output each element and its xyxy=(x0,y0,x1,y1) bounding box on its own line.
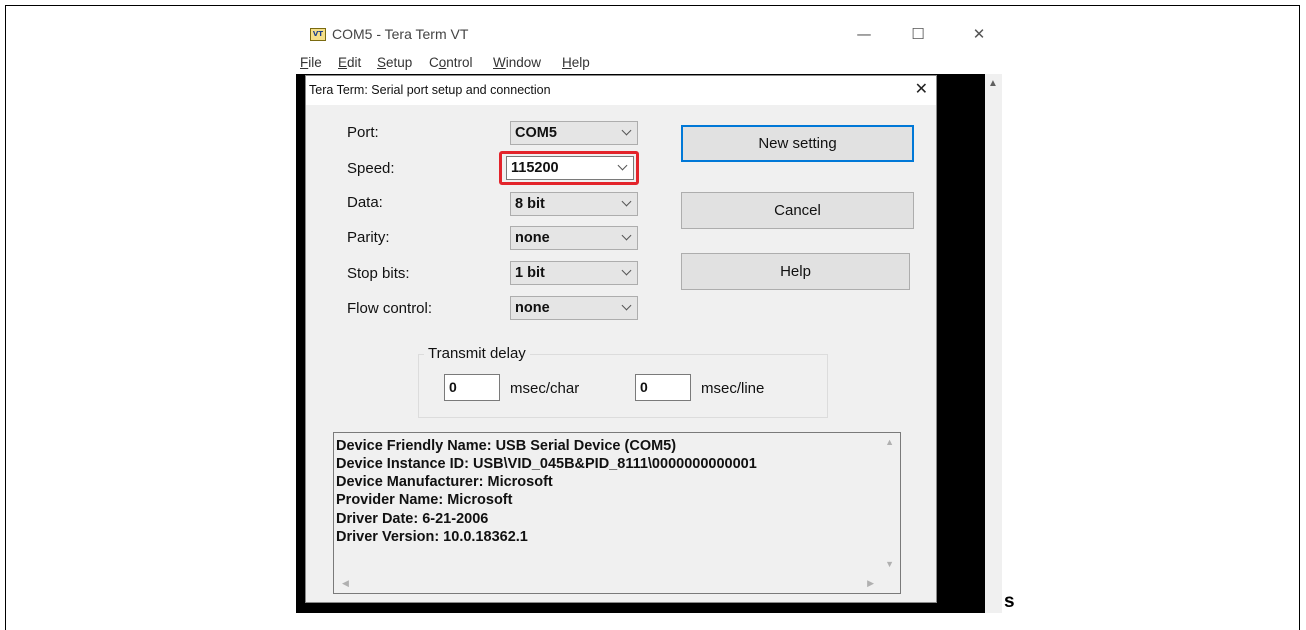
menu-window-label: indow xyxy=(505,55,542,70)
menu-control-prefix: C xyxy=(429,55,439,70)
speed-label: Speed: xyxy=(347,160,395,177)
data-select[interactable]: 8 bit xyxy=(510,192,638,216)
scroll-down-arrow-icon[interactable]: ▼ xyxy=(885,559,894,569)
menu-window[interactable]: Window xyxy=(493,55,541,70)
menu-help-mnemonic: H xyxy=(562,55,572,70)
transmit-delay-title: Transmit delay xyxy=(424,345,530,362)
dialog-title: Tera Term: Serial port setup and connect… xyxy=(309,83,551,97)
menu-bar: File Edit Setup Control Window Help xyxy=(296,54,1002,74)
help-button[interactable]: Help xyxy=(681,253,910,290)
stop-bits-value: 1 bit xyxy=(515,265,545,281)
cancel-button[interactable]: Cancel xyxy=(681,192,914,229)
scroll-up-arrow-icon[interactable]: ▲ xyxy=(885,437,894,447)
menu-file[interactable]: File xyxy=(300,55,322,70)
msec-char-label: msec/char xyxy=(510,380,580,397)
menu-edit-mnemonic: E xyxy=(338,55,348,70)
menu-help-label: elp xyxy=(571,55,590,70)
flow-control-value: none xyxy=(515,300,550,316)
stray-text: s xyxy=(1004,591,1015,612)
parity-label: Parity: xyxy=(347,229,390,246)
window-title: COM5 - Tera Term VT xyxy=(332,26,469,42)
device-info-textbox[interactable]: Device Friendly Name: USB Serial Device … xyxy=(333,432,901,594)
data-label: Data: xyxy=(347,194,383,211)
scroll-right-arrow-icon[interactable]: ▶ xyxy=(867,578,874,589)
teraterm-app-icon: VT xyxy=(310,28,326,41)
window-titlebar[interactable]: VT COM5 - Tera Term VT — ☐ ✕ xyxy=(296,17,1002,54)
menu-setup-mnemonic: S xyxy=(377,55,387,70)
device-info-line: Driver Version: 10.0.18362.1 xyxy=(336,529,528,545)
menu-setup-label: etup xyxy=(386,55,413,70)
flow-control-select[interactable]: none xyxy=(510,296,638,320)
menu-edit[interactable]: Edit xyxy=(338,55,361,70)
chevron-down-icon xyxy=(621,300,632,311)
dialog-titlebar[interactable]: Tera Term: Serial port setup and connect… xyxy=(306,76,936,105)
chevron-down-icon xyxy=(621,230,632,241)
menu-file-label: ile xyxy=(308,55,322,70)
menu-control[interactable]: Control xyxy=(429,55,473,70)
port-select[interactable]: COM5 xyxy=(510,121,638,145)
stop-bits-select[interactable]: 1 bit xyxy=(510,261,638,285)
msec-line-label: msec/line xyxy=(701,380,765,397)
menu-edit-label: dit xyxy=(347,55,362,70)
close-button[interactable]: ✕ xyxy=(959,23,999,45)
maximize-button[interactable]: ☐ xyxy=(898,23,938,45)
menu-setup[interactable]: Setup xyxy=(377,55,412,70)
data-value: 8 bit xyxy=(515,196,545,212)
port-value: COM5 xyxy=(515,125,557,141)
device-info-line: Driver Date: 6-21-2006 xyxy=(336,511,489,527)
msec-char-value: 0 xyxy=(449,379,457,395)
menu-window-mnemonic: W xyxy=(493,55,506,70)
msec-line-input[interactable]: 0 xyxy=(635,374,691,401)
device-info-line: Device Manufacturer: Microsoft xyxy=(336,474,553,490)
msec-char-input[interactable]: 0 xyxy=(444,374,500,401)
speed-highlight-box xyxy=(499,151,639,185)
msec-line-value: 0 xyxy=(640,379,648,395)
device-info-line: Device Friendly Name: USB Serial Device … xyxy=(336,438,677,454)
new-setting-button[interactable]: New setting xyxy=(681,125,914,162)
parity-select[interactable]: none xyxy=(510,226,638,250)
menu-help[interactable]: Help xyxy=(562,55,590,70)
device-info-line: Provider Name: Microsoft xyxy=(336,492,513,508)
chevron-down-icon xyxy=(621,196,632,207)
chevron-down-icon xyxy=(621,265,632,276)
menu-file-mnemonic: F xyxy=(300,55,309,70)
device-info-line: Device Instance ID: USB\VID_045B&PID_811… xyxy=(336,456,757,472)
flow-control-label: Flow control: xyxy=(347,300,433,317)
menu-control-label: ntrol xyxy=(446,55,473,70)
stop-bits-label: Stop bits: xyxy=(347,265,410,282)
parity-value: none xyxy=(515,230,550,246)
port-label: Port: xyxy=(347,124,379,141)
chevron-down-icon xyxy=(621,125,632,136)
scroll-left-arrow-icon[interactable]: ◀ xyxy=(342,578,349,589)
dialog-close-icon[interactable]: ✕ xyxy=(915,79,928,98)
minimize-button[interactable]: — xyxy=(844,23,884,45)
terminal-scrollbar[interactable]: ▲ xyxy=(985,74,1002,613)
scroll-up-arrow-icon[interactable]: ▲ xyxy=(988,78,998,89)
